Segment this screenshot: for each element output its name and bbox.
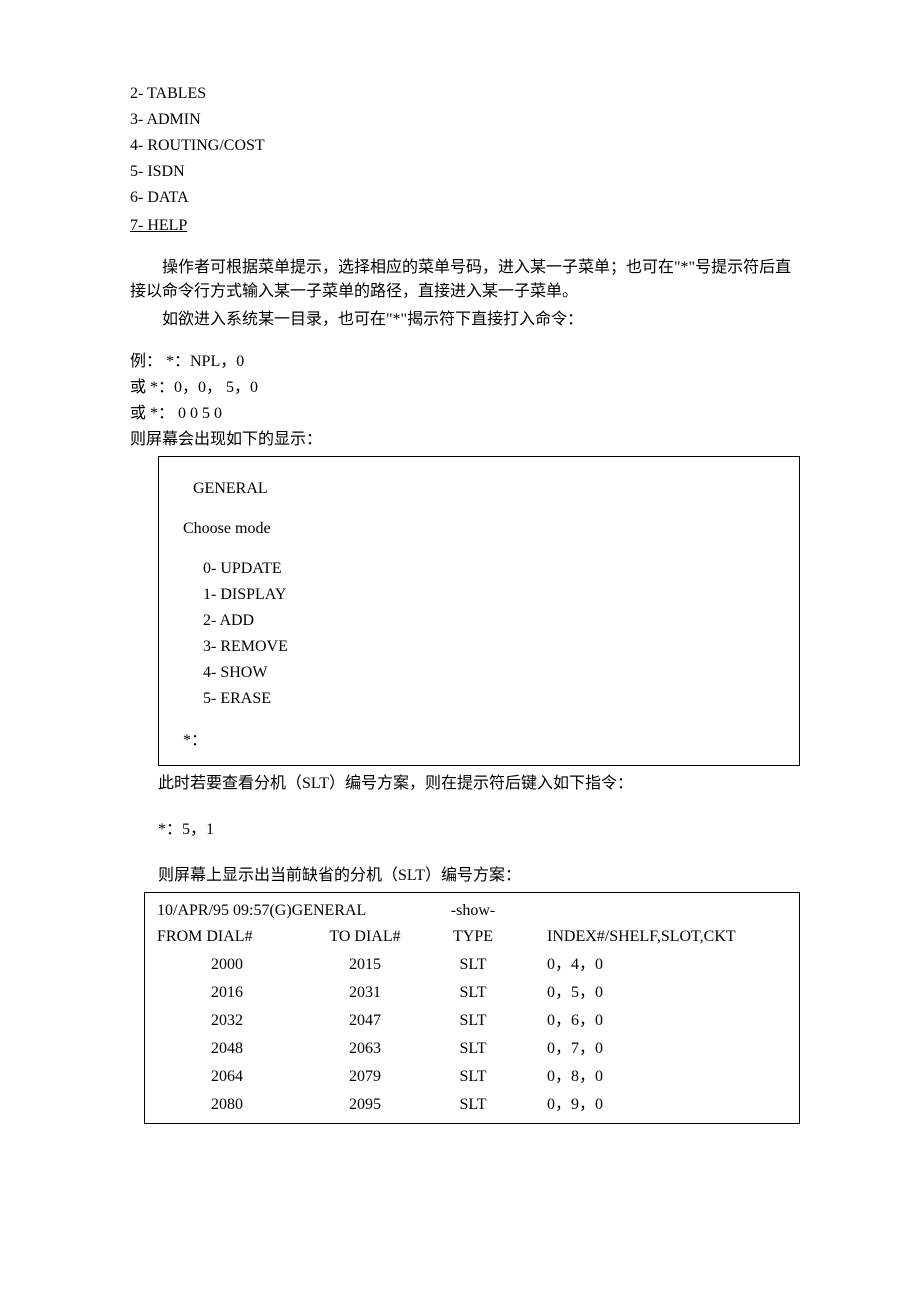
table-header-show: -show-	[429, 897, 517, 923]
table-row: 2032 2047 SLT 0，6，0	[153, 1007, 791, 1035]
menu-item: 5- ISDN	[130, 160, 800, 184]
col-header-to: TO DIAL#	[301, 923, 429, 951]
cell-index: 0，4，0	[517, 951, 791, 979]
menu-item: 3- ADMIN	[130, 108, 800, 132]
general-menu-box: GENERAL Choose mode 0- UPDATE 1- DISPLAY…	[158, 456, 800, 766]
cell-type: SLT	[429, 1035, 517, 1063]
table-row: 2000 2015 SLT 0，4，0	[153, 951, 791, 979]
paragraph: 此时若要查看分机（SLT）编号方案，则在提示符后键入如下指令：	[158, 772, 800, 796]
command-line: *：5，1	[158, 818, 800, 842]
cell-to: 2079	[301, 1063, 429, 1091]
slt-table-box: 10/APR/95 09:57(G)GENERAL -show- FROM DI…	[144, 892, 800, 1124]
mode-option: 3- REMOVE	[203, 635, 775, 659]
cell-from: 2000	[153, 951, 301, 979]
cell-index: 0，9，0	[517, 1091, 791, 1119]
cell-to: 2031	[301, 979, 429, 1007]
menu-item: 6- DATA	[130, 186, 800, 210]
cell-type: SLT	[429, 1091, 517, 1119]
paragraph: 如欲进入系统某一目录，也可在"*"揭示符下直接打入命令：	[130, 308, 800, 332]
cell-type: SLT	[429, 979, 517, 1007]
example-line: 例： *：NPL，0	[130, 350, 800, 374]
cell-from: 2048	[153, 1035, 301, 1063]
paragraph: 则屏幕上显示出当前缺省的分机（SLT）编号方案：	[158, 864, 800, 888]
paragraph: 操作者可根据菜单提示，选择相应的菜单号码，进入某一子菜单；也可在"*"号提示符后…	[130, 256, 800, 304]
cell-type: SLT	[429, 951, 517, 979]
table-row: 2048 2063 SLT 0，7，0	[153, 1035, 791, 1063]
mode-option: 5- ERASE	[203, 687, 775, 711]
cell-from: 2032	[153, 1007, 301, 1035]
box-title: GENERAL	[193, 477, 775, 501]
table-header-date: 10/APR/95 09:57(G)GENERAL	[153, 897, 429, 923]
cell-index: 0，5，0	[517, 979, 791, 1007]
cell-to: 2063	[301, 1035, 429, 1063]
slt-table: 10/APR/95 09:57(G)GENERAL -show- FROM DI…	[153, 897, 791, 1119]
mode-option: 0- UPDATE	[203, 557, 775, 581]
col-header-index: INDEX#/SHELF,SLOT,CKT	[517, 923, 791, 951]
box-subtitle: Choose mode	[183, 517, 775, 541]
col-header-from: FROM DIAL#	[153, 923, 301, 951]
cell-index: 0，6，0	[517, 1007, 791, 1035]
cell-to: 2095	[301, 1091, 429, 1119]
cell-from: 2080	[153, 1091, 301, 1119]
menu-item: 2- TABLES	[130, 82, 800, 106]
top-menu-list: 2- TABLES 3- ADMIN 4- ROUTING/COST 5- IS…	[130, 82, 800, 240]
example-line: 则屏幕会出现如下的显示：	[130, 428, 800, 452]
table-row: 2080 2095 SLT 0，9，0	[153, 1091, 791, 1119]
cell-from: 2016	[153, 979, 301, 1007]
prompt-star: *：	[183, 729, 775, 753]
example-block: 例： *：NPL，0 或 *：0，0， 5，0 或 *： 0 0 5 0 则屏幕…	[130, 350, 800, 452]
col-header-type: TYPE	[429, 923, 517, 951]
cell-to: 2015	[301, 951, 429, 979]
menu-item: 7- HELP	[130, 214, 247, 238]
example-line: 或 *： 0 0 5 0	[130, 402, 800, 426]
cell-type: SLT	[429, 1063, 517, 1091]
cell-type: SLT	[429, 1007, 517, 1035]
cell-index: 0，7，0	[517, 1035, 791, 1063]
cell-to: 2047	[301, 1007, 429, 1035]
table-row: 2016 2031 SLT 0，5，0	[153, 979, 791, 1007]
menu-item: 4- ROUTING/COST	[130, 134, 800, 158]
mode-option: 4- SHOW	[203, 661, 775, 685]
cell-from: 2064	[153, 1063, 301, 1091]
cell-index: 0，8，0	[517, 1063, 791, 1091]
mode-option: 2- ADD	[203, 609, 775, 633]
mode-option: 1- DISPLAY	[203, 583, 775, 607]
example-line: 或 *：0，0， 5，0	[130, 376, 800, 400]
table-row: 2064 2079 SLT 0，8，0	[153, 1063, 791, 1091]
